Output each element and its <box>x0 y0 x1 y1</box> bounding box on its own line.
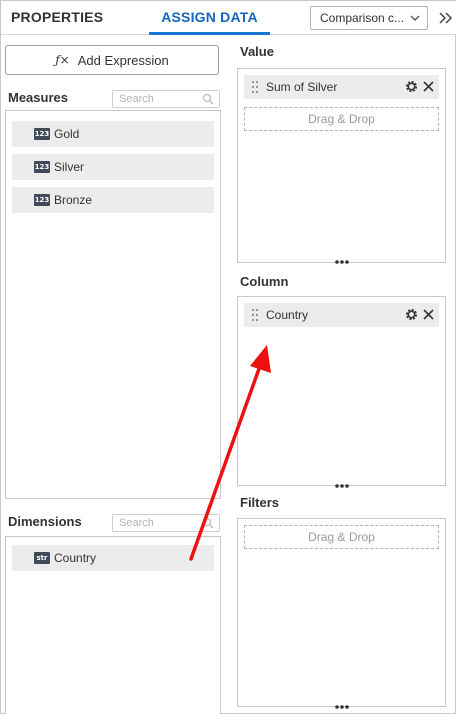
measure-item-label: Bronze <box>54 193 93 207</box>
value-drop-box[interactable]: Sum of Silver Drag & Drop <box>237 68 446 263</box>
dimensions-list: str Country <box>5 536 221 714</box>
dimensions-title: Dimensions <box>8 514 82 529</box>
value-item-sum-of-silver[interactable]: Sum of Silver <box>244 75 439 99</box>
left-pane: ƒ× Add Expression Measures Search 123 Go… <box>5 36 223 714</box>
filters-drop-box[interactable]: Drag & Drop <box>237 518 446 707</box>
measures-search-placeholder: Search <box>119 93 154 105</box>
column-drop-box[interactable]: Country <box>237 296 446 486</box>
measure-item-gold[interactable]: 123 Gold <box>12 121 214 147</box>
filters-drag-drop-zone[interactable]: Drag & Drop <box>244 525 439 549</box>
chevron-down-icon <box>410 15 420 21</box>
dimension-item-country[interactable]: str Country <box>12 545 214 571</box>
active-tab-indicator <box>149 32 270 35</box>
value-drag-drop-zone[interactable]: Drag & Drop <box>244 107 439 131</box>
more-dots-icon[interactable] <box>334 704 350 710</box>
more-dots-icon[interactable] <box>334 483 350 489</box>
drag-handle-icon[interactable] <box>251 80 259 94</box>
column-section-title: Column <box>240 274 289 289</box>
more-dots-icon[interactable] <box>334 259 350 265</box>
dimension-item-label: Country <box>54 551 97 565</box>
search-icon <box>202 517 214 529</box>
measures-list: 123 Gold 123 Silver 123 Bronze <box>5 110 221 499</box>
widget-select[interactable]: Comparison c... <box>310 6 428 30</box>
numeric-type-icon: 123 <box>34 161 50 173</box>
drag-handle-icon[interactable] <box>251 308 259 322</box>
close-icon[interactable] <box>422 80 435 93</box>
measures-title: Measures <box>8 90 68 105</box>
measure-item-silver[interactable]: 123 Silver <box>12 154 214 180</box>
numeric-type-icon: 123 <box>34 194 50 206</box>
tab-bar: PROPERTIES ASSIGN DATA Comparison c... <box>1 1 456 35</box>
filters-section-title: Filters <box>240 495 280 510</box>
double-chevron-right-icon[interactable] <box>437 9 453 27</box>
measure-item-bronze[interactable]: 123 Bronze <box>12 187 214 213</box>
search-icon <box>202 93 214 105</box>
right-pane: Value Sum of Silver Drag & Drop Column C… <box>229 36 456 714</box>
string-type-icon: str <box>34 552 50 564</box>
add-expression-label: Add Expression <box>77 52 169 68</box>
measure-item-label: Gold <box>54 127 80 141</box>
numeric-type-icon: 123 <box>34 128 50 140</box>
tab-properties[interactable]: PROPERTIES <box>11 1 103 35</box>
fx-icon: ƒ× <box>55 53 70 67</box>
close-icon[interactable] <box>422 308 435 321</box>
value-section-title: Value <box>240 44 274 59</box>
add-expression-button[interactable]: ƒ× Add Expression <box>5 45 219 75</box>
tab-assign-data[interactable]: ASSIGN DATA <box>149 1 270 35</box>
column-item-label: Country <box>266 308 309 322</box>
column-item-country[interactable]: Country <box>244 303 439 327</box>
gear-icon[interactable] <box>404 79 419 94</box>
value-item-label: Sum of Silver <box>266 80 338 94</box>
dimensions-search-input[interactable]: Search <box>112 514 220 532</box>
dimensions-search-placeholder: Search <box>119 517 154 529</box>
gear-icon[interactable] <box>404 307 419 322</box>
widget-select-value: Comparison c... <box>320 11 405 25</box>
measures-search-input[interactable]: Search <box>112 90 220 108</box>
measure-item-label: Silver <box>54 160 85 174</box>
assign-data-panel: PROPERTIES ASSIGN DATA Comparison c... ƒ… <box>0 0 456 714</box>
